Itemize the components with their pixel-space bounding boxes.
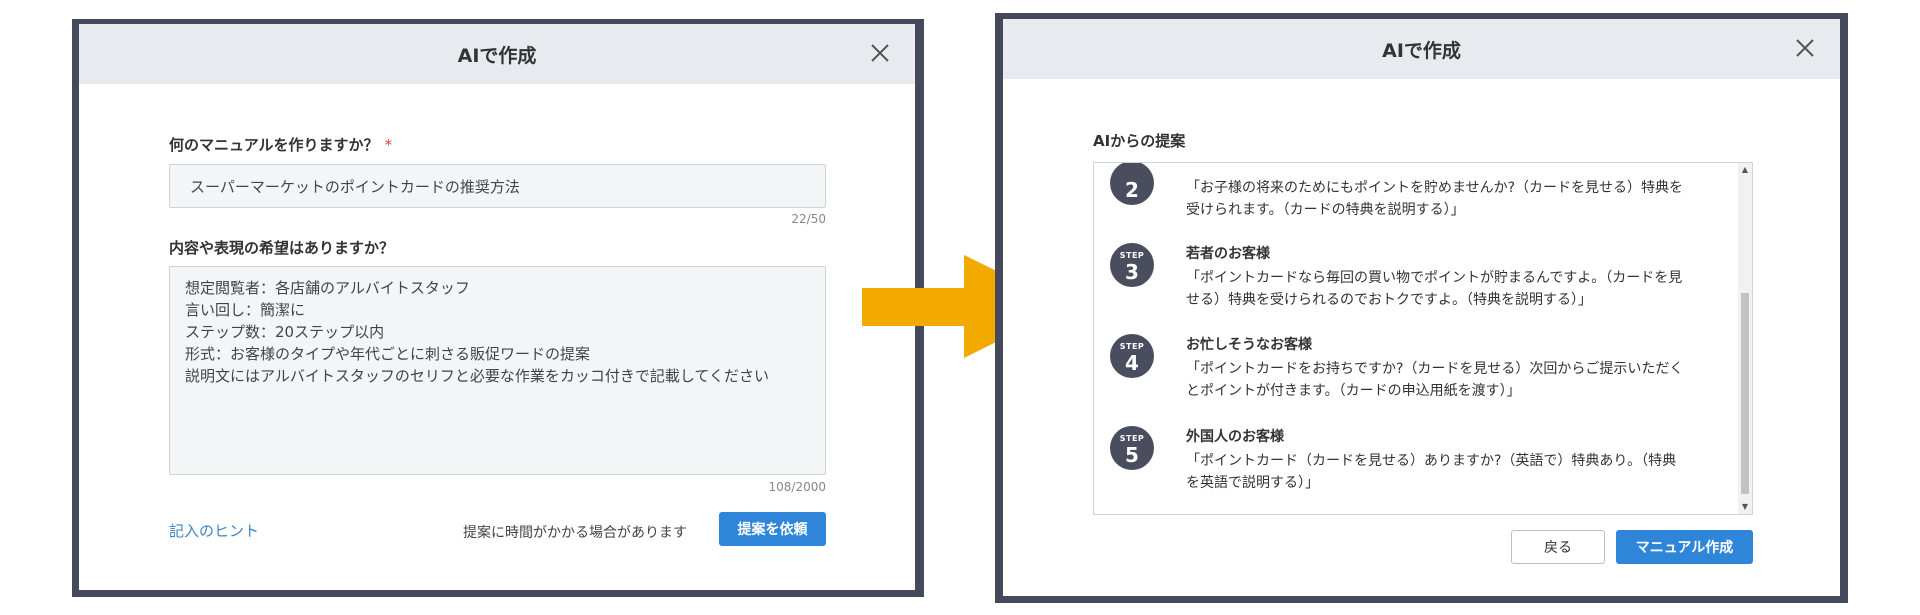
left-dialog-header: AIで作成 xyxy=(79,24,915,84)
manual-title-input[interactable]: スーパーマーケットのポイントカードの推奨方法 xyxy=(169,164,826,208)
create-manual-button[interactable]: マニュアル作成 xyxy=(1616,530,1753,564)
left-dialog: AIで作成 何のマニュアルを作りますか？ * スーパーマーケットのポイントカードの… xyxy=(79,24,915,590)
step-description: 「お子様の将来のためにもポイントを貯めませんか?（カードを見せる）特典を 受けら… xyxy=(1186,180,1684,218)
step-badge: STEP 5 xyxy=(1110,426,1154,470)
step-number: 4 xyxy=(1125,351,1139,375)
close-icon[interactable] xyxy=(1788,31,1822,65)
step-number: 5 xyxy=(1125,443,1139,467)
question-manual-label: 何のマニュアルを作りますか？ * xyxy=(169,136,393,154)
textarea-line: 説明文にはアルバイトスタッフのセリフと必要な作業をカッコ付きで記載してください xyxy=(185,367,769,385)
proposal-scrollbar[interactable]: ▲ ▼ xyxy=(1738,163,1752,514)
right-dialog: AIで作成 AIからの提案 2 「お子様の将来のためにもポイントを貯めませんか?… xyxy=(1003,19,1840,596)
step-caption: STEP xyxy=(1119,342,1145,351)
step-description: 「ポイントカードをお持ちですか?（カードを見せる）次回からご提示いただく とポイ… xyxy=(1186,361,1684,399)
textarea-line: 形式：お客様のタイプや年代ごとに刺さる販促ワードの提案 xyxy=(185,345,591,363)
wait-note: 提案に時間がかかる場合があります xyxy=(463,525,687,541)
step-title: お忙しそうなお客様 xyxy=(1186,337,1312,353)
step-number: 3 xyxy=(1125,260,1139,284)
scroll-up-icon[interactable]: ▲ xyxy=(1738,163,1752,177)
left-dialog-title: AIで作成 xyxy=(457,44,537,67)
step-badge: STEP 3 xyxy=(1110,243,1154,287)
step-caption: STEP xyxy=(1119,434,1145,443)
close-icon[interactable] xyxy=(863,36,897,70)
step-number: 2 xyxy=(1125,178,1139,202)
manual-title-counter: 22/50 xyxy=(791,212,826,226)
writing-hint-link[interactable]: 記入のヒント xyxy=(169,520,259,541)
back-button[interactable]: 戻る xyxy=(1511,530,1605,564)
right-dialog-header: AIで作成 xyxy=(1003,19,1840,79)
right-dialog-title: AIで作成 xyxy=(1382,39,1461,62)
request-proposal-button[interactable]: 提案を依頼 xyxy=(719,512,826,546)
step-title: 若者のお客様 xyxy=(1186,246,1270,262)
step-description: 「ポイントカードなら毎回の買い物でポイントが貯まるんですよ。（カードを見 せる）… xyxy=(1186,270,1683,308)
textarea-line: 想定閲覧者：各店舗のアルバイトスタッフ xyxy=(185,279,470,297)
textarea-line: 言い回し：簡潔に xyxy=(185,301,306,319)
step-badge: 2 xyxy=(1110,163,1154,205)
required-mark: * xyxy=(384,136,393,154)
scroll-thumb[interactable] xyxy=(1741,293,1749,494)
proposal-section-title: AIからの提案 xyxy=(1093,132,1186,150)
scroll-down-icon[interactable]: ▼ xyxy=(1738,500,1752,514)
content-textarea[interactable]: 想定閲覧者：各店舗のアルバイトスタッフ 言い回し：簡潔に ステップ数：20ステッ… xyxy=(169,266,826,475)
content-counter: 108/2000 xyxy=(768,480,827,494)
step-title: 外国人のお客様 xyxy=(1186,429,1284,445)
manual-title-value: スーパーマーケットのポイントカードの推奨方法 xyxy=(190,178,520,196)
step-description: 「ポイントカード（カードを見せる）ありますか?（英語で）特典あり。（特典 を英語… xyxy=(1186,453,1677,491)
question-content-label: 内容や表現の希望はありますか？ xyxy=(169,239,395,257)
step-caption: STEP xyxy=(1119,251,1145,260)
textarea-line: ステップ数：20ステップ以内 xyxy=(185,323,385,341)
step-badge: STEP 4 xyxy=(1110,334,1154,378)
proposal-list[interactable]: 2 「お子様の将来のためにもポイントを貯めませんか?（カードを見せる）特典を 受… xyxy=(1093,162,1753,515)
